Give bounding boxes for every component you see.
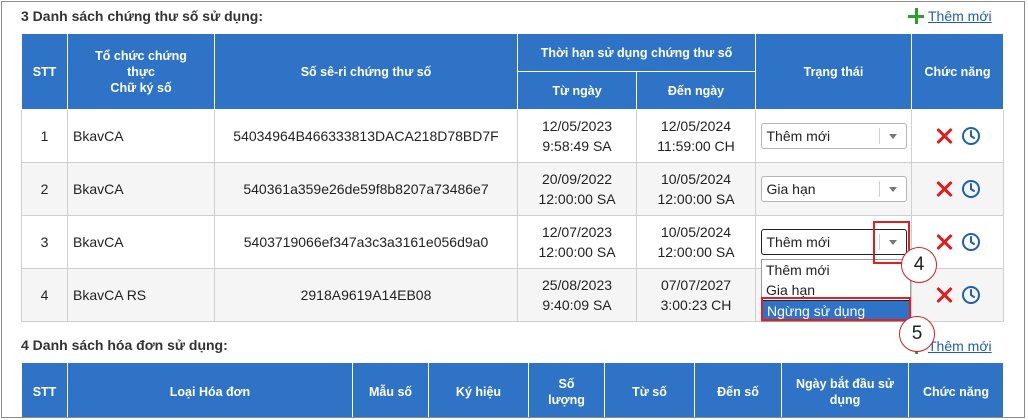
add-cert-button[interactable]: Thêm mới — [908, 8, 992, 24]
plus-icon — [908, 8, 924, 24]
section-3-title: 3 Danh sách chứng thư số sử dụng: — [21, 8, 263, 24]
clock-icon[interactable] — [961, 179, 981, 199]
cell-to: 12/05/2024 11:59:00 CH — [636, 109, 756, 163]
invoice-table: STT Loại Hóa đơn Mẫu số Ký hiệu Số lượng … — [21, 362, 1004, 417]
col-from: Từ ngày — [517, 71, 637, 110]
table-row: 1 BkavCA 54034964B466333813DACA218D78BD7… — [21, 109, 1004, 163]
add-cert-label: Thêm mới — [928, 8, 992, 24]
cell-actions — [911, 162, 1004, 216]
cell-from: 20/09/2022 12:00:00 SA — [517, 162, 637, 216]
cell-serial: 5403719066ef347a3c3a3161e056d9a0 — [214, 215, 518, 269]
cell-org: BkavCA RS — [67, 268, 215, 322]
section-4-title: 4 Danh sách hóa đơn sử dụng: — [21, 337, 228, 353]
cell-serial: 54034964B466333813DACA218D78BD7F — [214, 109, 518, 163]
clock-icon[interactable] — [961, 232, 981, 252]
col-serial: Số sê-ri chứng thư số — [214, 33, 518, 110]
col-form: Mẫu số — [352, 362, 429, 417]
close-icon[interactable] — [935, 127, 953, 145]
cell-to: 10/05/2024 12:00:00 SA — [636, 215, 756, 269]
cell-stt: 3 — [21, 215, 68, 269]
cell-stt: 4 — [21, 268, 68, 322]
col-symbol: Ký hiệu — [428, 362, 529, 417]
cell-actions — [911, 109, 1004, 163]
col-status: Trạng thái — [755, 33, 912, 110]
cell-org: BkavCA — [67, 162, 215, 216]
cell-status: Thêm mới — [755, 109, 912, 163]
cell-serial: 540361a359e26de59f8b8207a73486e7 — [214, 162, 518, 216]
table-row: 2 BkavCA 540361a359e26de59f8b8207a73486e… — [21, 162, 1004, 216]
col-type: Loại Hóa đơn — [67, 362, 353, 417]
add-invoice-label: Thêm mới — [928, 338, 992, 354]
annotation-box-option — [761, 297, 911, 321]
status-select[interactable]: Thêm mới — [760, 123, 907, 149]
col-stt: STT — [21, 33, 68, 110]
clock-icon[interactable] — [961, 126, 981, 146]
close-icon[interactable] — [935, 286, 953, 304]
status-value: Thêm mới — [766, 128, 831, 144]
cell-from: 12/05/2023 9:58:49 SA — [517, 109, 637, 163]
col-qty: Số lượng — [528, 362, 605, 417]
page-frame: 3 Danh sách chứng thư số sử dụng: Thêm m… — [1, 1, 1025, 418]
col-org: Tổ chức chứng thực Chữ ký số — [67, 33, 215, 110]
col-start-date: Ngày bắt đầu sử dụng — [781, 362, 909, 417]
step-4-callout: 4 — [901, 247, 937, 283]
clock-icon[interactable] — [961, 285, 981, 305]
status-value: Thêm mới — [766, 234, 831, 250]
col-to-no: Đến số — [694, 362, 782, 417]
chevron-down-icon[interactable] — [880, 187, 906, 192]
cell-status: Gia hạn — [755, 162, 912, 216]
col-function: Chức năng — [908, 362, 1004, 417]
col-function: Chức năng — [911, 33, 1004, 110]
status-value: Gia hạn — [766, 181, 816, 197]
status-select[interactable]: Gia hạn — [760, 176, 907, 202]
cell-stt: 2 — [21, 162, 68, 216]
close-icon[interactable] — [935, 180, 953, 198]
col-validity: Thời hạn sử dụng chứng thư số — [517, 33, 756, 72]
cell-serial: 2918A9619A14EB08 — [214, 268, 518, 322]
col-stt: STT — [21, 362, 68, 417]
col-from-no: Từ số — [604, 362, 695, 417]
cell-from: 25/08/2023 9:40:09 SA — [517, 268, 637, 322]
cell-from: 12/07/2023 12:00:00 SA — [517, 215, 637, 269]
cell-to: 07/07/2027 3:00:23 CH — [636, 268, 756, 322]
chevron-down-icon[interactable] — [880, 134, 906, 139]
cell-stt: 1 — [21, 109, 68, 163]
cell-org: BkavCA — [67, 215, 215, 269]
close-icon[interactable] — [935, 233, 953, 251]
col-to: Đến ngày — [636, 71, 756, 110]
step-5-callout: 5 — [899, 316, 935, 352]
cell-to: 10/05/2024 12:00:00 SA — [636, 162, 756, 216]
cell-org: BkavCA — [67, 109, 215, 163]
